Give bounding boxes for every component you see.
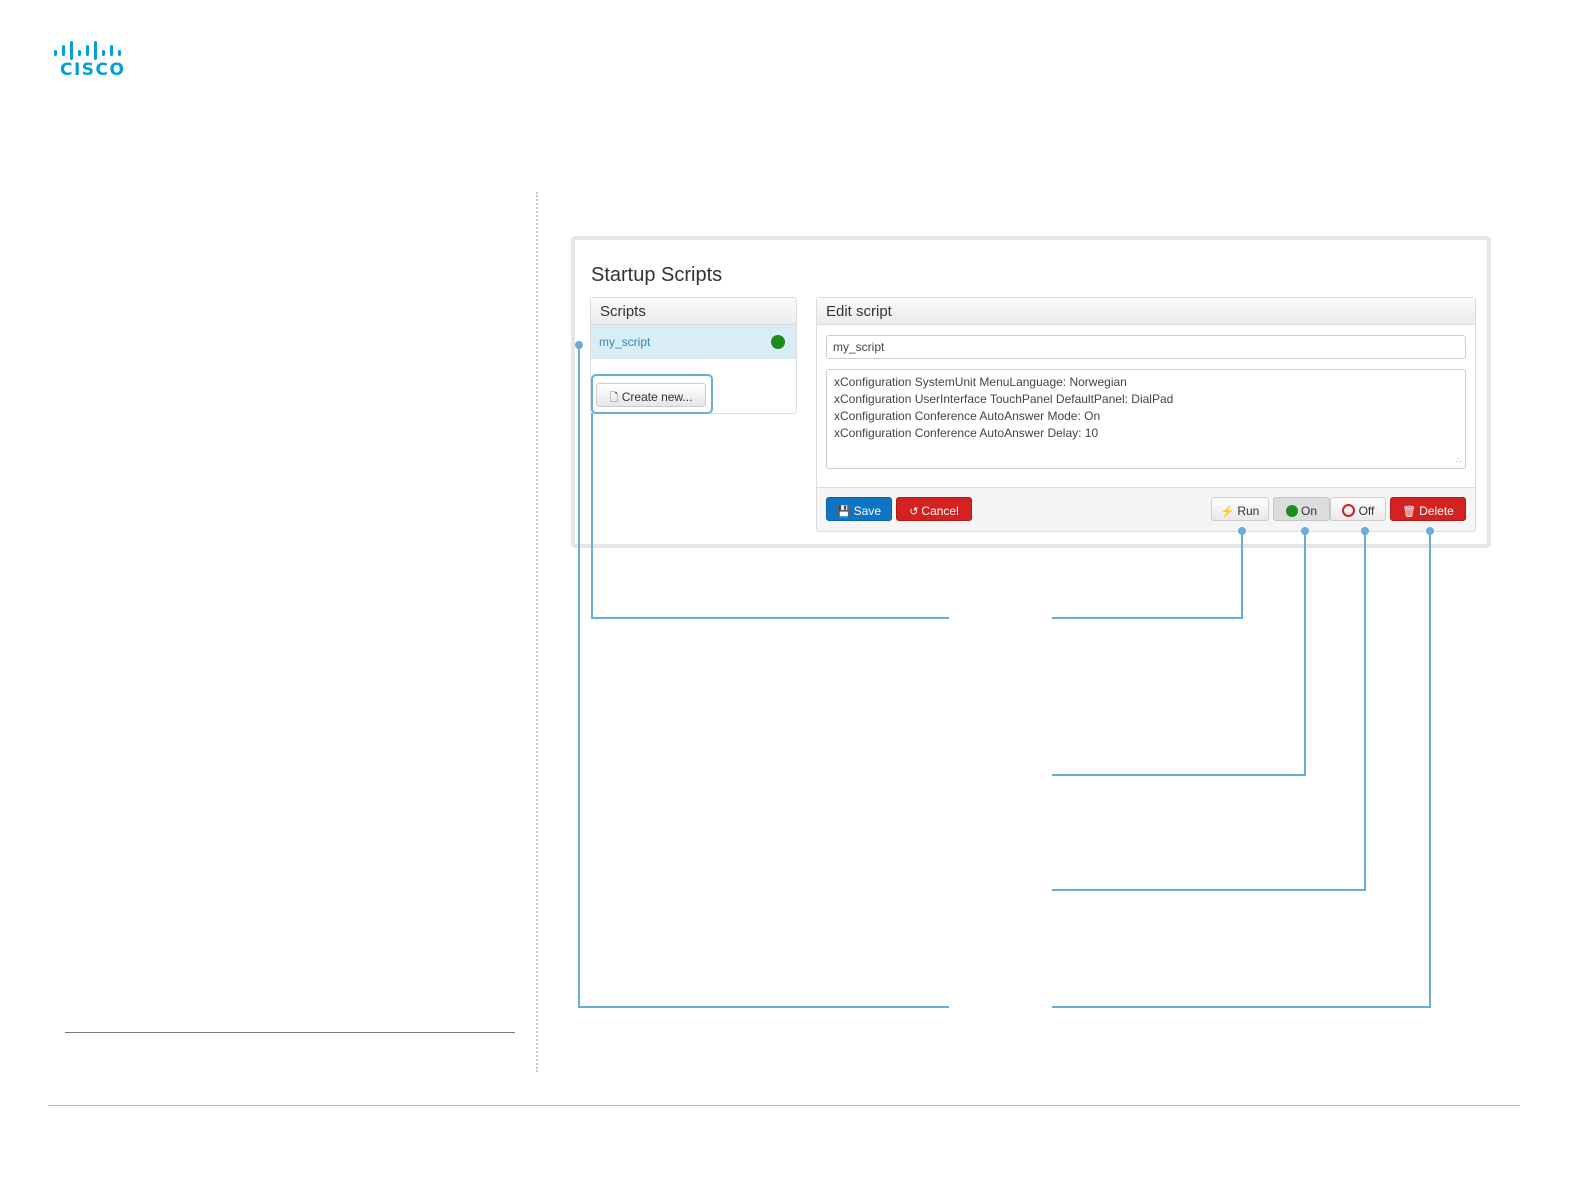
on-button[interactable]: On	[1273, 497, 1330, 521]
footer-rule	[48, 1105, 1520, 1106]
cancel-button[interactable]: ↺ Cancel	[896, 497, 972, 521]
code-line: xConfiguration Conference AutoAnswer Mod…	[834, 409, 1101, 423]
create-new-button[interactable]: 🗋 Create new...	[596, 383, 706, 407]
trash-icon: 🗑	[1402, 506, 1417, 518]
delete-button[interactable]: 🗑 Delete	[1390, 497, 1466, 521]
green-dot-icon	[1285, 505, 1298, 517]
logo-wordmark: CISCO	[60, 60, 126, 80]
document-icon: 🗋	[609, 392, 619, 404]
delete-callout	[1052, 531, 1431, 1008]
scripts-list: Scripts my_script 🗋 Create new...	[590, 297, 797, 414]
off-button[interactable]: Off	[1330, 497, 1386, 521]
resize-grip-icon[interactable]: ∴	[1456, 457, 1461, 465]
create-new-label: Create new...	[621, 390, 693, 404]
edit-script-header: Edit script	[817, 298, 1475, 325]
cisco-logo: CISCO	[52, 40, 128, 82]
run-label: Run	[1237, 504, 1260, 518]
left-column-rule	[65, 1032, 515, 1033]
code-line: xConfiguration Conference AutoAnswer Del…	[834, 426, 1099, 440]
script-name-input[interactable]: my_script	[826, 335, 1466, 359]
edit-script-body: my_script xConfiguration SystemUnit Menu…	[817, 325, 1475, 488]
cisco-bars-icon	[54, 41, 121, 60]
on-label: On	[1300, 504, 1317, 518]
off-callout	[1052, 531, 1366, 891]
script-code-textarea[interactable]: xConfiguration SystemUnit MenuLanguage: …	[826, 369, 1466, 469]
column-divider	[536, 192, 538, 1072]
script-active-status-icon	[771, 335, 785, 349]
cancel-label: Cancel	[921, 504, 959, 518]
floppy-disk-icon: 💾	[836, 506, 851, 518]
on-callout	[1052, 531, 1306, 776]
edit-script-box: Edit script my_script xConfiguration Sys…	[816, 297, 1476, 532]
code-line: xConfiguration SystemUnit MenuLanguage: …	[834, 375, 1127, 389]
lightning-bolt-icon: ⚡	[1220, 506, 1235, 518]
code-line: xConfiguration UserInterface TouchPanel …	[834, 392, 1174, 406]
script-list-item[interactable]: my_script	[591, 325, 796, 359]
save-label: Save	[853, 504, 882, 518]
red-ring-icon	[1341, 504, 1355, 517]
callout-lines	[575, 341, 1434, 1008]
script-item-name: my_script	[599, 335, 651, 349]
save-button[interactable]: 💾 Save	[826, 497, 892, 521]
page-title: Startup Scripts	[591, 264, 723, 286]
scripts-header: Scripts	[591, 298, 796, 325]
startup-scripts-panel: Startup Scripts Scripts my_script 🗋 Crea…	[571, 236, 1491, 548]
run-button[interactable]: ⚡ Run	[1211, 497, 1269, 521]
off-label: Off	[1358, 504, 1375, 518]
delete-label: Delete	[1419, 504, 1454, 518]
undo-icon: ↺	[909, 506, 919, 518]
